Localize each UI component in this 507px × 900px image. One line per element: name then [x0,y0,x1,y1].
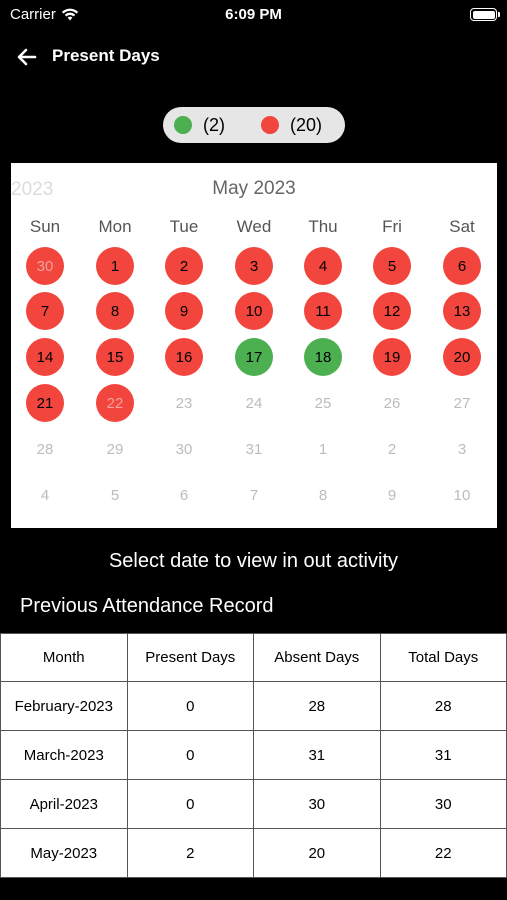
weekday-label: Sat [449,217,475,236]
calendar-day[interactable]: 4 [26,476,64,514]
cell-present: 0 [126,730,255,780]
calendar-day[interactable]: 12 [373,292,411,330]
attendance-legend: (2) (20) [163,107,345,143]
calendar-day[interactable]: 7 [235,476,273,514]
present-dot-icon [174,116,192,134]
calendar-day[interactable]: 4 [304,247,342,285]
calendar-day[interactable]: 8 [304,476,342,514]
calendar-day[interactable]: 30 [26,247,64,285]
cell-absent: 28 [253,681,381,731]
calendar-day[interactable]: 19 [373,338,411,376]
back-arrow-icon[interactable] [14,44,40,70]
calendar-day[interactable]: 9 [165,292,203,330]
cell-total: 30 [379,779,507,829]
calendar-day[interactable]: 3 [443,430,481,468]
records-title: Previous Attendance Record [20,595,274,617]
table-row: February-2023 0 28 28 [0,681,507,731]
calendar-day[interactable]: 6 [165,476,203,514]
header-month: Month [0,633,128,682]
status-bar: Carrier 6:09 PM [0,0,507,30]
table-row: May-2023 2 20 22 [0,828,507,878]
calendar-day[interactable]: 3 [235,247,273,285]
calendar-day[interactable]: 7 [26,292,64,330]
cell-absent: 30 [253,779,381,829]
calendar-day[interactable]: 2 [165,247,203,285]
calendar-day[interactable]: 16 [165,338,203,376]
calendar-day[interactable]: 5 [96,476,134,514]
calendar-day[interactable]: 5 [373,247,411,285]
cell-total: 22 [379,828,507,878]
calendar-month-label: May 2023 [212,178,296,199]
calendar-day[interactable]: 13 [443,292,481,330]
status-time: 6:09 PM [225,6,282,23]
table-row: April-2023 0 30 30 [0,779,507,829]
cell-month: March-2023 [0,730,128,780]
calendar-day[interactable]: 24 [235,384,273,422]
header-total-days: Total Days [379,633,507,682]
calendar-day[interactable]: 10 [443,476,481,514]
cell-present: 0 [126,779,255,829]
cell-absent: 31 [253,730,381,780]
cell-absent: 20 [253,828,381,878]
weekday-label: Sun [29,217,61,236]
calendar-day[interactable]: 1 [304,430,342,468]
weekday-label: Fri [382,217,402,236]
calendar-day[interactable]: 23 [165,384,203,422]
calendar-day[interactable]: 15 [96,338,134,376]
weekday-label: Thu [308,217,338,236]
header-present-days: Present Days [126,633,255,682]
absent-count: (20) [290,114,323,135]
present-count: (2) [203,114,225,135]
nav-bar: Present Days [0,36,507,76]
calendar-day[interactable]: 11 [304,292,342,330]
calendar-day[interactable]: 31 [235,430,273,468]
battery-icon [470,8,500,21]
calendar-day[interactable]: 22 [96,384,134,422]
cell-present: 2 [126,828,255,878]
weekday-label: Tue [169,217,199,236]
page-title: Present Days [52,46,160,65]
table-row: March-2023 0 31 31 [0,730,507,780]
calendar: 2023 May 2023 Sun Mon Tue Wed Thu Fri Sat 30 1 2 3… [11,163,497,528]
calendar-day[interactable]: 30 [165,430,203,468]
calendar-day[interactable]: 1 [96,247,134,285]
attendance-table: Month Present Days Absent Days Total Day… [0,633,507,878]
cell-total: 31 [379,730,507,780]
calendar-day[interactable]: 25 [304,384,342,422]
calendar-day[interactable]: 2 [373,430,411,468]
calendar-day[interactable]: 20 [443,338,481,376]
cell-month: May-2023 [0,828,128,878]
calendar-day[interactable]: 9 [373,476,411,514]
cell-total: 28 [379,681,507,731]
calendar-day[interactable]: 21 [26,384,64,422]
calendar-day[interactable]: 10 [235,292,273,330]
absent-dot-icon [261,116,279,134]
weekday-label: Wed [236,217,272,236]
weekday-label: Mon [98,217,132,236]
calendar-day[interactable]: 8 [96,292,134,330]
calendar-day[interactable]: 18 [304,338,342,376]
calendar-day[interactable]: 14 [26,338,64,376]
calendar-day[interactable]: 26 [373,384,411,422]
cell-present: 0 [126,681,255,731]
calendar-day[interactable]: 6 [443,247,481,285]
calendar-day[interactable]: 27 [443,384,481,422]
cell-month: February-2023 [0,681,128,731]
table-header-row: Month Present Days Absent Days Total Day… [0,633,507,682]
header-absent-days: Absent Days [253,633,381,682]
calendar-day[interactable]: 17 [235,338,273,376]
hint-text: Select date to view in out activity [108,550,399,572]
cell-month: April-2023 [0,779,128,829]
calendar-day[interactable]: 29 [96,430,134,468]
calendar-day[interactable]: 28 [26,430,64,468]
